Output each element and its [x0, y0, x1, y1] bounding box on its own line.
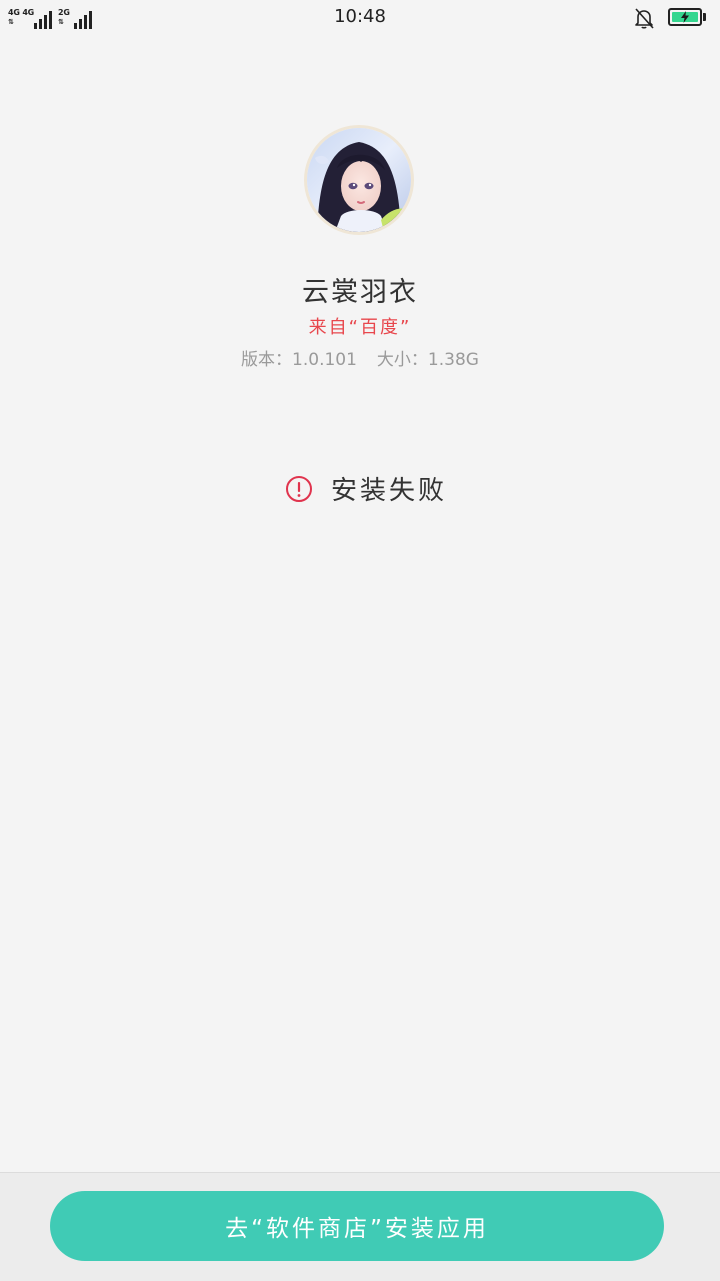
- app-version: 版本：1.0.101: [241, 350, 357, 370]
- install-status-message: 安装失败: [330, 476, 447, 506]
- app-source: 来自“百度”: [308, 317, 412, 338]
- clock: 10:48: [334, 6, 386, 27]
- install-from-store-button[interactable]: 去“软件商店”安装应用: [50, 1191, 664, 1261]
- bell-muted-icon: [632, 6, 656, 30]
- status-bar: 4G 4G ⇅ 2G ⇅ 10:48: [0, 0, 720, 36]
- app-size: 大小：1.38G: [376, 350, 479, 370]
- app-icon: [304, 125, 414, 235]
- install-status: 安装失败: [0, 470, 720, 507]
- charging-bolt-icon: [681, 11, 689, 23]
- alert-circle-icon: [285, 475, 312, 502]
- app-meta: 版本：1.0.101 大小：1.38G: [0, 345, 720, 370]
- app-name: 云裳羽衣: [302, 277, 418, 308]
- battery-icon: [668, 8, 702, 26]
- battery-tip: [703, 13, 706, 21]
